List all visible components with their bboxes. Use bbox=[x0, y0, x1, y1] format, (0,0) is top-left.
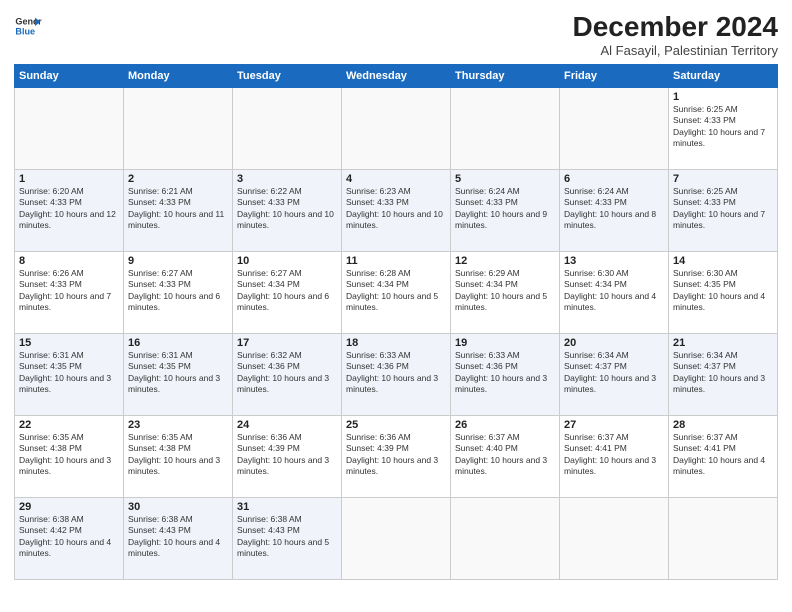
header-cell-sunday: Sunday bbox=[15, 64, 124, 87]
table-cell: 31Sunrise: 6:38 AMSunset: 4:43 PMDayligh… bbox=[233, 497, 342, 579]
header: General Blue December 2024 Al Fasayil, P… bbox=[14, 12, 778, 58]
logo: General Blue bbox=[14, 12, 42, 40]
table-cell: 26Sunrise: 6:37 AMSunset: 4:40 PMDayligh… bbox=[451, 415, 560, 497]
table-cell: 20Sunrise: 6:34 AMSunset: 4:37 PMDayligh… bbox=[560, 333, 669, 415]
header-cell-thursday: Thursday bbox=[451, 64, 560, 87]
table-cell: 24Sunrise: 6:36 AMSunset: 4:39 PMDayligh… bbox=[233, 415, 342, 497]
table-cell: 12Sunrise: 6:29 AMSunset: 4:34 PMDayligh… bbox=[451, 251, 560, 333]
calendar-body: 1Sunrise: 6:25 AMSunset: 4:33 PMDaylight… bbox=[15, 87, 778, 579]
table-cell: 16Sunrise: 6:31 AMSunset: 4:35 PMDayligh… bbox=[124, 333, 233, 415]
table-cell: 6Sunrise: 6:24 AMSunset: 4:33 PMDaylight… bbox=[560, 169, 669, 251]
table-cell: 30Sunrise: 6:38 AMSunset: 4:43 PMDayligh… bbox=[124, 497, 233, 579]
table-cell: 2Sunrise: 6:21 AMSunset: 4:33 PMDaylight… bbox=[124, 169, 233, 251]
table-cell: 22Sunrise: 6:35 AMSunset: 4:38 PMDayligh… bbox=[15, 415, 124, 497]
header-cell-friday: Friday bbox=[560, 64, 669, 87]
table-cell: 8Sunrise: 6:26 AMSunset: 4:33 PMDaylight… bbox=[15, 251, 124, 333]
calendar-container: General Blue December 2024 Al Fasayil, P… bbox=[0, 0, 792, 612]
table-cell: 23Sunrise: 6:35 AMSunset: 4:38 PMDayligh… bbox=[124, 415, 233, 497]
table-cell bbox=[451, 87, 560, 169]
table-cell: 27Sunrise: 6:37 AMSunset: 4:41 PMDayligh… bbox=[560, 415, 669, 497]
table-cell: 29Sunrise: 6:38 AMSunset: 4:42 PMDayligh… bbox=[15, 497, 124, 579]
table-header: SundayMondayTuesdayWednesdayThursdayFrid… bbox=[15, 64, 778, 87]
header-cell-monday: Monday bbox=[124, 64, 233, 87]
table-cell: 13Sunrise: 6:30 AMSunset: 4:34 PMDayligh… bbox=[560, 251, 669, 333]
table-cell: 10Sunrise: 6:27 AMSunset: 4:34 PMDayligh… bbox=[233, 251, 342, 333]
table-cell: 9Sunrise: 6:27 AMSunset: 4:33 PMDaylight… bbox=[124, 251, 233, 333]
subtitle: Al Fasayil, Palestinian Territory bbox=[573, 43, 778, 58]
table-cell: 18Sunrise: 6:33 AMSunset: 4:36 PMDayligh… bbox=[342, 333, 451, 415]
table-cell: 3Sunrise: 6:22 AMSunset: 4:33 PMDaylight… bbox=[233, 169, 342, 251]
table-cell bbox=[560, 87, 669, 169]
table-cell bbox=[233, 87, 342, 169]
svg-text:Blue: Blue bbox=[15, 26, 35, 36]
table-cell: 17Sunrise: 6:32 AMSunset: 4:36 PMDayligh… bbox=[233, 333, 342, 415]
header-row: SundayMondayTuesdayWednesdayThursdayFrid… bbox=[15, 64, 778, 87]
table-cell: 15Sunrise: 6:31 AMSunset: 4:35 PMDayligh… bbox=[15, 333, 124, 415]
table-cell: 11Sunrise: 6:28 AMSunset: 4:34 PMDayligh… bbox=[342, 251, 451, 333]
table-cell bbox=[560, 497, 669, 579]
table-cell bbox=[342, 497, 451, 579]
table-cell bbox=[124, 87, 233, 169]
table-cell: 21Sunrise: 6:34 AMSunset: 4:37 PMDayligh… bbox=[669, 333, 778, 415]
table-cell: 1Sunrise: 6:25 AMSunset: 4:33 PMDaylight… bbox=[669, 87, 778, 169]
table-cell: 28Sunrise: 6:37 AMSunset: 4:41 PMDayligh… bbox=[669, 415, 778, 497]
table-cell: 4Sunrise: 6:23 AMSunset: 4:33 PMDaylight… bbox=[342, 169, 451, 251]
table-cell bbox=[669, 497, 778, 579]
table-cell: 19Sunrise: 6:33 AMSunset: 4:36 PMDayligh… bbox=[451, 333, 560, 415]
table-cell bbox=[15, 87, 124, 169]
table-cell: 1Sunrise: 6:20 AMSunset: 4:33 PMDaylight… bbox=[15, 169, 124, 251]
table-cell: 5Sunrise: 6:24 AMSunset: 4:33 PMDaylight… bbox=[451, 169, 560, 251]
header-cell-tuesday: Tuesday bbox=[233, 64, 342, 87]
header-cell-saturday: Saturday bbox=[669, 64, 778, 87]
table-cell bbox=[342, 87, 451, 169]
table-cell: 25Sunrise: 6:36 AMSunset: 4:39 PMDayligh… bbox=[342, 415, 451, 497]
table-cell: 14Sunrise: 6:30 AMSunset: 4:35 PMDayligh… bbox=[669, 251, 778, 333]
table-cell bbox=[451, 497, 560, 579]
logo-icon: General Blue bbox=[14, 12, 42, 40]
month-title: December 2024 bbox=[573, 12, 778, 43]
title-block: December 2024 Al Fasayil, Palestinian Te… bbox=[573, 12, 778, 58]
table-cell: 7Sunrise: 6:25 AMSunset: 4:33 PMDaylight… bbox=[669, 169, 778, 251]
calendar-table: SundayMondayTuesdayWednesdayThursdayFrid… bbox=[14, 64, 778, 580]
header-cell-wednesday: Wednesday bbox=[342, 64, 451, 87]
